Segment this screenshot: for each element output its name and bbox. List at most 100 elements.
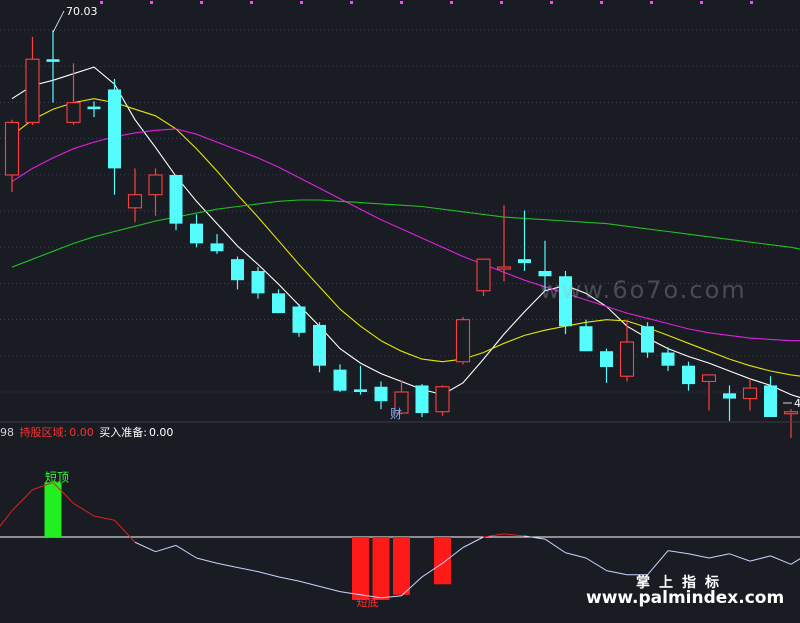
candle-body xyxy=(148,174,163,196)
candle-body xyxy=(46,59,60,62)
top-marker xyxy=(450,1,453,4)
candle-body xyxy=(496,266,512,270)
indicator-segment xyxy=(196,557,218,564)
price-labels: 70.03 4 财 xyxy=(52,5,800,421)
indicator-segment xyxy=(134,541,156,553)
top-marker xyxy=(600,1,603,4)
indicator-segment xyxy=(544,538,566,554)
indicator-segment xyxy=(565,552,587,559)
indicator-segment xyxy=(729,553,751,562)
candle-body xyxy=(455,319,471,363)
indicator-segment xyxy=(216,562,238,568)
candle-body xyxy=(210,243,224,252)
candle-body xyxy=(66,102,81,123)
candle-body xyxy=(333,369,347,391)
candle-body xyxy=(108,89,121,169)
candle-body xyxy=(374,386,388,402)
short-bottom-label: 短底 xyxy=(357,595,379,609)
low-price-label: 4 xyxy=(794,397,800,410)
indicator-segment xyxy=(319,585,341,593)
indicator-segment xyxy=(667,550,689,555)
indicator-segment xyxy=(73,502,95,517)
indicator-segment xyxy=(606,570,628,576)
candle-body xyxy=(783,411,799,415)
indicator-segment xyxy=(708,553,730,559)
candlesticks xyxy=(4,30,799,439)
candle-body xyxy=(354,389,367,392)
price-grid xyxy=(0,29,800,393)
indicator-segment xyxy=(93,515,115,521)
bottom-signal-bar xyxy=(372,537,390,600)
candle-body xyxy=(272,293,285,314)
candle-body xyxy=(313,324,326,366)
top-marker xyxy=(100,1,103,4)
legend-buy-value: 0.00 xyxy=(148,426,174,439)
indicator-segment xyxy=(790,558,800,565)
candle-body xyxy=(682,365,695,385)
bottom-signal-bar xyxy=(352,537,369,600)
annotation-label: 财 xyxy=(390,407,402,421)
candle-body xyxy=(25,58,40,123)
indicator-segment xyxy=(175,544,197,559)
candle-body xyxy=(87,106,101,110)
indicator-segment xyxy=(298,580,320,587)
candle-body xyxy=(292,306,306,333)
candle-body xyxy=(476,258,491,292)
watermark-top: www.6o7o.com xyxy=(540,276,747,304)
indicator-segment xyxy=(11,489,33,512)
candle-body xyxy=(169,174,183,224)
top-markers xyxy=(100,1,753,4)
ma-line-2 xyxy=(11,98,800,377)
high-price-label: 70.03 xyxy=(66,5,98,18)
indicator-legend: 98 持股区域: 0.00 买入准备: 0.00 xyxy=(0,424,175,440)
stock-chart: 70.03 4 财 短顶 短底 xyxy=(0,1,800,609)
indicator-segment xyxy=(749,555,771,562)
ma-line-4 xyxy=(11,199,800,268)
indicator-segment xyxy=(524,535,546,540)
top-signal-bar xyxy=(44,482,62,537)
candle-body xyxy=(742,387,758,400)
top-marker xyxy=(750,1,753,4)
legend-holding-value: 0.00 xyxy=(69,426,94,439)
candle-body xyxy=(231,259,244,281)
indicator-segment xyxy=(114,519,136,543)
candle-body xyxy=(190,223,203,244)
candle-body xyxy=(701,374,717,383)
moving-averages xyxy=(11,66,800,399)
top-marker xyxy=(150,1,153,4)
candle-body xyxy=(4,121,20,176)
top-marker xyxy=(700,1,703,4)
top-marker xyxy=(400,1,403,4)
candle-body xyxy=(127,194,143,209)
candle-body xyxy=(415,385,429,414)
top-marker xyxy=(200,1,203,4)
indicator-segment xyxy=(462,536,484,548)
bottom-signal-bar xyxy=(434,537,451,585)
candle-body xyxy=(251,270,265,294)
legend-holding-label: 持股区域: xyxy=(19,426,68,439)
indicator-segment xyxy=(503,533,525,537)
top-marker xyxy=(550,1,553,4)
ma-line-1 xyxy=(11,66,800,399)
candle-body xyxy=(600,351,613,368)
candle-body xyxy=(435,386,450,413)
indicator-segment xyxy=(0,510,13,527)
candle-body xyxy=(579,326,593,352)
top-marker xyxy=(650,1,653,4)
candle-body xyxy=(723,393,736,399)
watermark-url: www.palmindex.com xyxy=(586,588,785,608)
indicator-segment xyxy=(237,566,259,573)
short-top-label: 短顶 xyxy=(45,470,69,484)
indicator-segment xyxy=(257,571,279,578)
indicator-segment xyxy=(278,576,300,582)
candle-body xyxy=(764,385,777,417)
indicator-segment xyxy=(770,555,792,565)
legend-value-1: 98 xyxy=(0,426,14,439)
candle-body xyxy=(641,326,654,353)
top-marker xyxy=(250,1,253,4)
top-marker xyxy=(350,1,353,4)
top-marker xyxy=(300,1,303,4)
candle-body xyxy=(619,341,635,377)
high-pointer xyxy=(52,10,65,33)
bottom-signal-bar xyxy=(393,537,410,595)
